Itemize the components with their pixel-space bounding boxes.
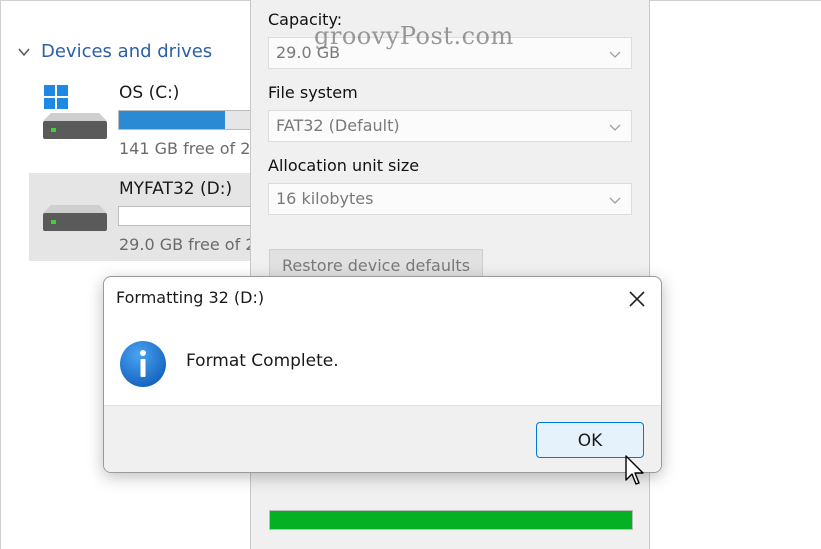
filesystem-value: FAT32 (Default)	[276, 116, 400, 135]
info-icon	[120, 341, 166, 387]
format-progress-fill	[270, 511, 632, 529]
close-icon[interactable]	[627, 289, 647, 309]
drive-usage-fill	[119, 111, 226, 129]
dialog-footer: OK	[104, 405, 661, 472]
filesystem-label: File system	[268, 83, 358, 102]
dialog-body: Format Complete.	[104, 323, 661, 405]
format-progress-bar	[269, 510, 633, 530]
filesystem-select[interactable]: FAT32 (Default)	[268, 110, 632, 142]
drive-usage-bar	[118, 206, 256, 226]
dialog-title: Formatting 32 (D:)	[116, 288, 265, 307]
ok-button[interactable]: OK	[536, 422, 644, 458]
drive-free-space: 141 GB free of 2	[119, 139, 251, 158]
chevron-down-icon	[609, 124, 621, 131]
drive-name: OS (C:)	[119, 83, 180, 103]
drive-icon	[43, 205, 107, 231]
drive-item-c[interactable]: OS (C:) 141 GB free of 2	[29, 81, 259, 169]
allocation-unit-value: 16 kilobytes	[276, 189, 374, 208]
chevron-down-icon	[609, 197, 621, 204]
chevron-down-icon	[18, 48, 30, 56]
divider	[268, 472, 633, 493]
allocation-unit-label: Allocation unit size	[268, 156, 420, 175]
allocation-unit-select[interactable]: 16 kilobytes	[268, 183, 632, 215]
drive-free-space: 29.0 GB free of 2	[119, 235, 256, 254]
devices-and-drives-header[interactable]: Devices and drives	[17, 41, 212, 62]
dialog-message: Format Complete.	[186, 351, 339, 371]
windows-drive-icon	[43, 85, 107, 139]
drive-name: MYFAT32 (D:)	[119, 179, 233, 199]
mouse-cursor-icon	[625, 455, 644, 485]
drive-usage-bar	[118, 110, 256, 130]
chevron-down-icon	[609, 51, 621, 58]
section-header-label: Devices and drives	[41, 41, 213, 62]
watermark: groovyPost.com	[314, 22, 514, 50]
drive-item-d[interactable]: MYFAT32 (D:) 29.0 GB free of 2	[29, 173, 259, 261]
dialog-titlebar: Formatting 32 (D:)	[104, 277, 661, 323]
format-complete-dialog: Formatting 32 (D:) Format Complete. OK	[103, 276, 662, 473]
